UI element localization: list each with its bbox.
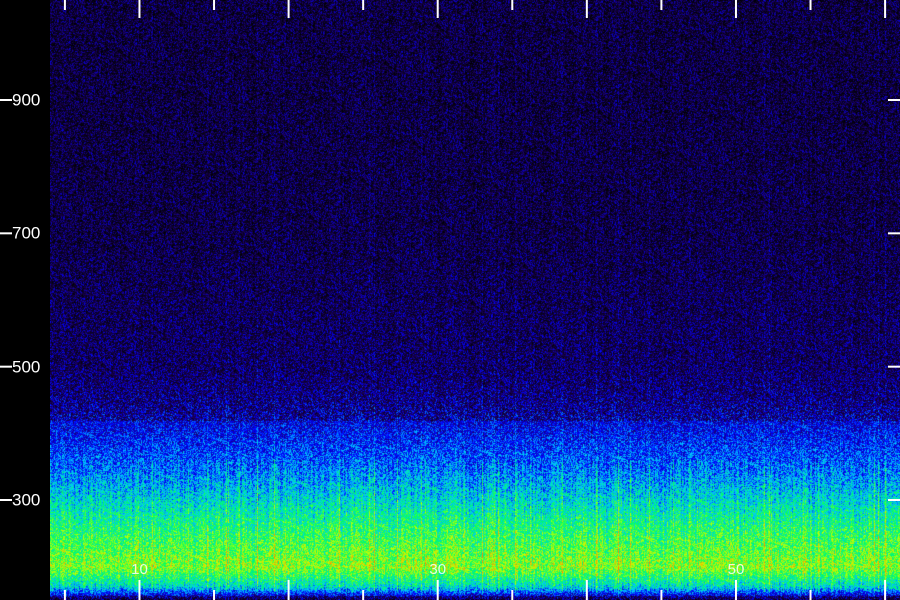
x-ticks-bottom (63, 580, 887, 600)
y-tick-label: 300 (12, 490, 41, 510)
spectrogram-chart: 900 700 500 300 10 30 50 (0, 0, 900, 600)
y-ticks-right (888, 99, 900, 501)
y-tick-label: 700 (12, 223, 41, 243)
y-ticks-left (0, 99, 12, 501)
x-tick-label: 10 (131, 561, 148, 578)
x-ticks-top (63, 0, 887, 18)
y-tick-label: 500 (12, 357, 41, 377)
axis-overlay (0, 0, 900, 600)
x-tick-label: 30 (429, 561, 447, 578)
y-tick-label: 900 (12, 90, 41, 110)
x-tick-label: 50 (727, 561, 745, 578)
